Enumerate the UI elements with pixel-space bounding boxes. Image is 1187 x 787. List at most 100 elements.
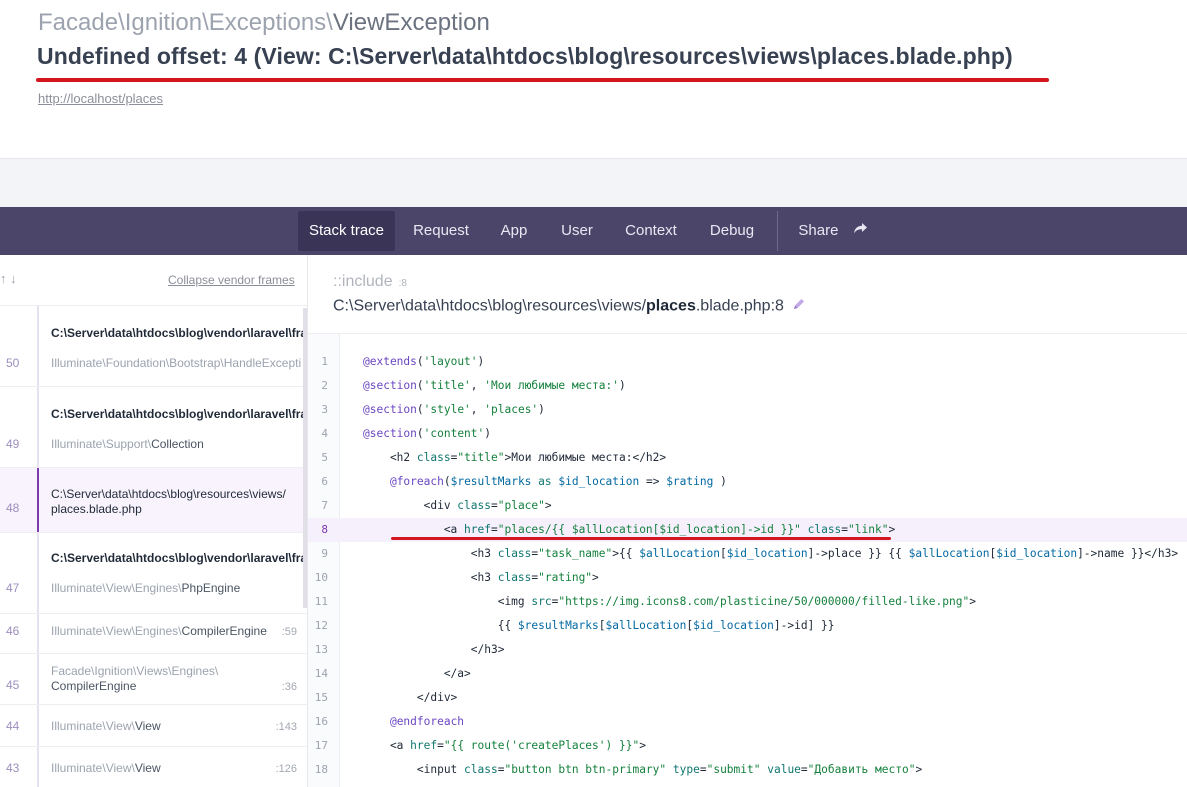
code-line: 2 @section('title', 'Мои любимые места:') — [308, 374, 1187, 398]
frame-bar — [37, 533, 39, 614]
code-text: @section('title', 'Мои любимые места:') — [363, 379, 626, 392]
pencil-edit-icon[interactable] — [792, 297, 806, 316]
frame-number: 47 — [6, 581, 20, 595]
frame-number: 49 — [6, 437, 20, 451]
code-text: <a href="{{ route('createPlaces') }}"> — [363, 739, 646, 752]
code-line: 6 @foreach($resultMarks as $id_location … — [308, 470, 1187, 494]
line-number: 2 — [321, 379, 328, 392]
line-number: 12 — [314, 619, 328, 632]
stack-frame-47[interactable]: C:\Server\data\htdocs\blog\vendor\larave… — [0, 532, 307, 614]
tab-app[interactable]: App — [490, 211, 538, 251]
line-number: 3 — [321, 403, 328, 416]
code-text: @section('content') — [363, 427, 492, 440]
code-line: 12 {{ $resultMarks[$allLocation[$id_loca… — [308, 614, 1187, 638]
frame-class: Illuminate\View\Engines\PhpEngine — [51, 581, 241, 595]
code-line: 9 <h3 class="task_name">{{ $allLocation[… — [308, 542, 1187, 566]
line-number: 5 — [321, 451, 328, 464]
line-number: 8 — [321, 523, 328, 536]
line-number: 14 — [314, 667, 328, 680]
method-line: :8 — [398, 278, 407, 289]
code-line: 15 </div> — [308, 686, 1187, 710]
frame-line-number: :126 — [275, 763, 297, 775]
stack-frame-43[interactable]: 43 Illuminate\View\View :126 — [0, 746, 307, 787]
stack-frame-46[interactable]: 46 Illuminate\View\Engines\CompilerEngin… — [0, 613, 307, 654]
frame-method: ::include :8 — [333, 273, 407, 291]
line-number: 6 — [321, 475, 328, 488]
code-text: @endforeach — [389, 715, 465, 728]
tab-stack-trace[interactable]: Stack trace — [298, 211, 395, 251]
file-ext-line: .blade.php:8 — [695, 297, 784, 315]
code-text: </a> — [363, 667, 471, 680]
red-underline-annotation — [36, 78, 1049, 82]
method-name: ::include — [333, 273, 393, 290]
code-text: <h3 class="task_name">{{ $allLocation[$i… — [363, 547, 1179, 560]
share-button[interactable]: Share — [788, 211, 878, 251]
frame-class: Illuminate\Foundation\Bootstrap\HandleEx… — [51, 356, 302, 370]
frame-bar — [37, 747, 39, 787]
tab-bar: Stack trace Request App User Context Deb… — [0, 207, 1187, 255]
line-number: 18 — [314, 763, 328, 776]
frame-number: 46 — [6, 624, 20, 638]
frame-bar — [37, 705, 39, 747]
line-number: 10 — [314, 571, 328, 584]
stack-frame-49[interactable]: C:\Server\data\htdocs\blog\vendor\larave… — [0, 386, 307, 468]
frame-line-number: :143 — [275, 721, 297, 733]
frame-class: Illuminate\View\View — [51, 761, 161, 775]
stack-frames-panel: ↑ ↓ Collapse vendor frames C:\Server\dat… — [0, 255, 308, 787]
code-line: 1 @extends('layout') — [308, 350, 1187, 374]
code-line: 4 @section('content') — [308, 422, 1187, 446]
line-number: 15 — [314, 691, 328, 704]
line-number: 9 — [321, 547, 328, 560]
code-viewer: 1 @extends('layout') 2 @section('title', 'М… — [308, 333, 1187, 787]
code-text: </h3> — [363, 643, 505, 656]
tab-context[interactable]: Context — [615, 211, 687, 251]
source-file-path: C:\Server\data\htdocs\blog\resources\vie… — [333, 297, 806, 316]
tab-request[interactable]: Request — [404, 211, 478, 251]
code-line: 10 <h3 class="rating"> — [308, 566, 1187, 590]
code-line: 16 @endforeach — [308, 710, 1187, 734]
line-number: 7 — [321, 499, 328, 512]
code-line: 3 @section('style', 'places') — [308, 398, 1187, 422]
line-number: 11 — [314, 595, 328, 608]
frame-number: 50 — [6, 356, 20, 370]
stack-frame-44[interactable]: 44 Illuminate\View\View :143 — [0, 704, 307, 747]
header-spacer — [0, 158, 1187, 208]
code-text: @extends('layout') — [363, 355, 485, 368]
tab-separator — [777, 211, 778, 251]
frame-line-number: :36 — [281, 681, 297, 693]
code-text: <h3 class="rating"> — [363, 571, 599, 584]
code-line: 13 </h3> — [308, 638, 1187, 662]
line-number: 1 — [321, 355, 328, 368]
exception-message: Undefined offset: 4 (View: C:\Server\dat… — [37, 43, 1013, 69]
frame-number: 48 — [6, 501, 20, 515]
frames-scrollbar[interactable] — [303, 308, 307, 608]
line-number: 4 — [321, 427, 328, 440]
tab-user[interactable]: User — [552, 211, 602, 251]
file-name: places — [646, 297, 696, 315]
exception-name: ViewException — [332, 9, 490, 36]
frame-class: Illuminate\View\Engines\CompilerEngine — [51, 624, 267, 638]
stack-frame-48-selected[interactable]: C:\Server\data\htdocs\blog\resources\vie… — [0, 467, 307, 533]
frame-line-number: :59 — [281, 626, 297, 638]
exception-namespace: Facade\Ignition\Exceptions\ — [38, 9, 333, 36]
stack-frame-50[interactable]: C:\Server\data\htdocs\blog\vendor\larave… — [0, 305, 307, 387]
code-text: <h2 class="title">Мои любимые места:</h2… — [363, 451, 667, 464]
tab-debug[interactable]: Debug — [700, 211, 764, 251]
code-text: </div> — [363, 691, 458, 704]
frame-path: C:\Server\data\htdocs\blog\vendor\larave… — [51, 407, 308, 421]
source-panel: ::include :8 C:\Server\data\htdocs\blog\r… — [308, 255, 1187, 787]
file-dir: C:\Server\data\htdocs\blog\resources\vie… — [333, 297, 647, 315]
red-underline-annotation — [391, 537, 891, 540]
frame-nav-arrows-icon[interactable]: ↑ ↓ — [0, 271, 17, 286]
code-text: {{ $resultMarks[$allLocation[$id_locatio… — [363, 619, 835, 632]
collapse-vendor-frames-link[interactable]: Collapse vendor frames — [168, 273, 295, 287]
request-url-link[interactable]: http://localhost/places — [38, 91, 163, 106]
code-line: 11 <img src="https://img.icons8.com/plas… — [308, 590, 1187, 614]
exception-class: Facade\Ignition\Exceptions\ViewException — [38, 9, 490, 37]
frame-path: C:\Server\data\htdocs\blog\vendor\larave… — [51, 326, 308, 340]
frame-bar — [37, 614, 39, 654]
frame-number: 43 — [6, 761, 20, 775]
frame-class: Illuminate\Support\Collection — [51, 437, 204, 451]
stack-frame-45[interactable]: 45 Facade\Ignition\Views\Engines\ Compil… — [0, 653, 307, 705]
frame-bar — [37, 387, 39, 468]
